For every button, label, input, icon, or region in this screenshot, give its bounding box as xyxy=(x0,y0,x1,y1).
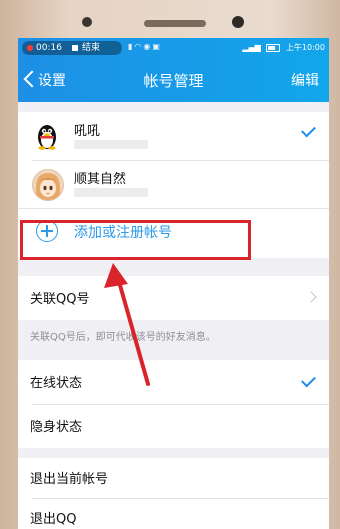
earpiece xyxy=(144,20,206,27)
sensor-icon xyxy=(82,17,92,27)
phone-frame: 00:16 结束 ▮◠◉▣ ▂▄▆ 上午10:00 设置 帐号管理 编辑 吼吼 … xyxy=(0,0,340,529)
annotation-arrow-icon xyxy=(104,263,150,386)
screen: 00:16 结束 ▮◠◉▣ ▂▄▆ 上午10:00 设置 帐号管理 编辑 吼吼 … xyxy=(18,38,329,529)
front-camera-icon xyxy=(232,16,244,28)
